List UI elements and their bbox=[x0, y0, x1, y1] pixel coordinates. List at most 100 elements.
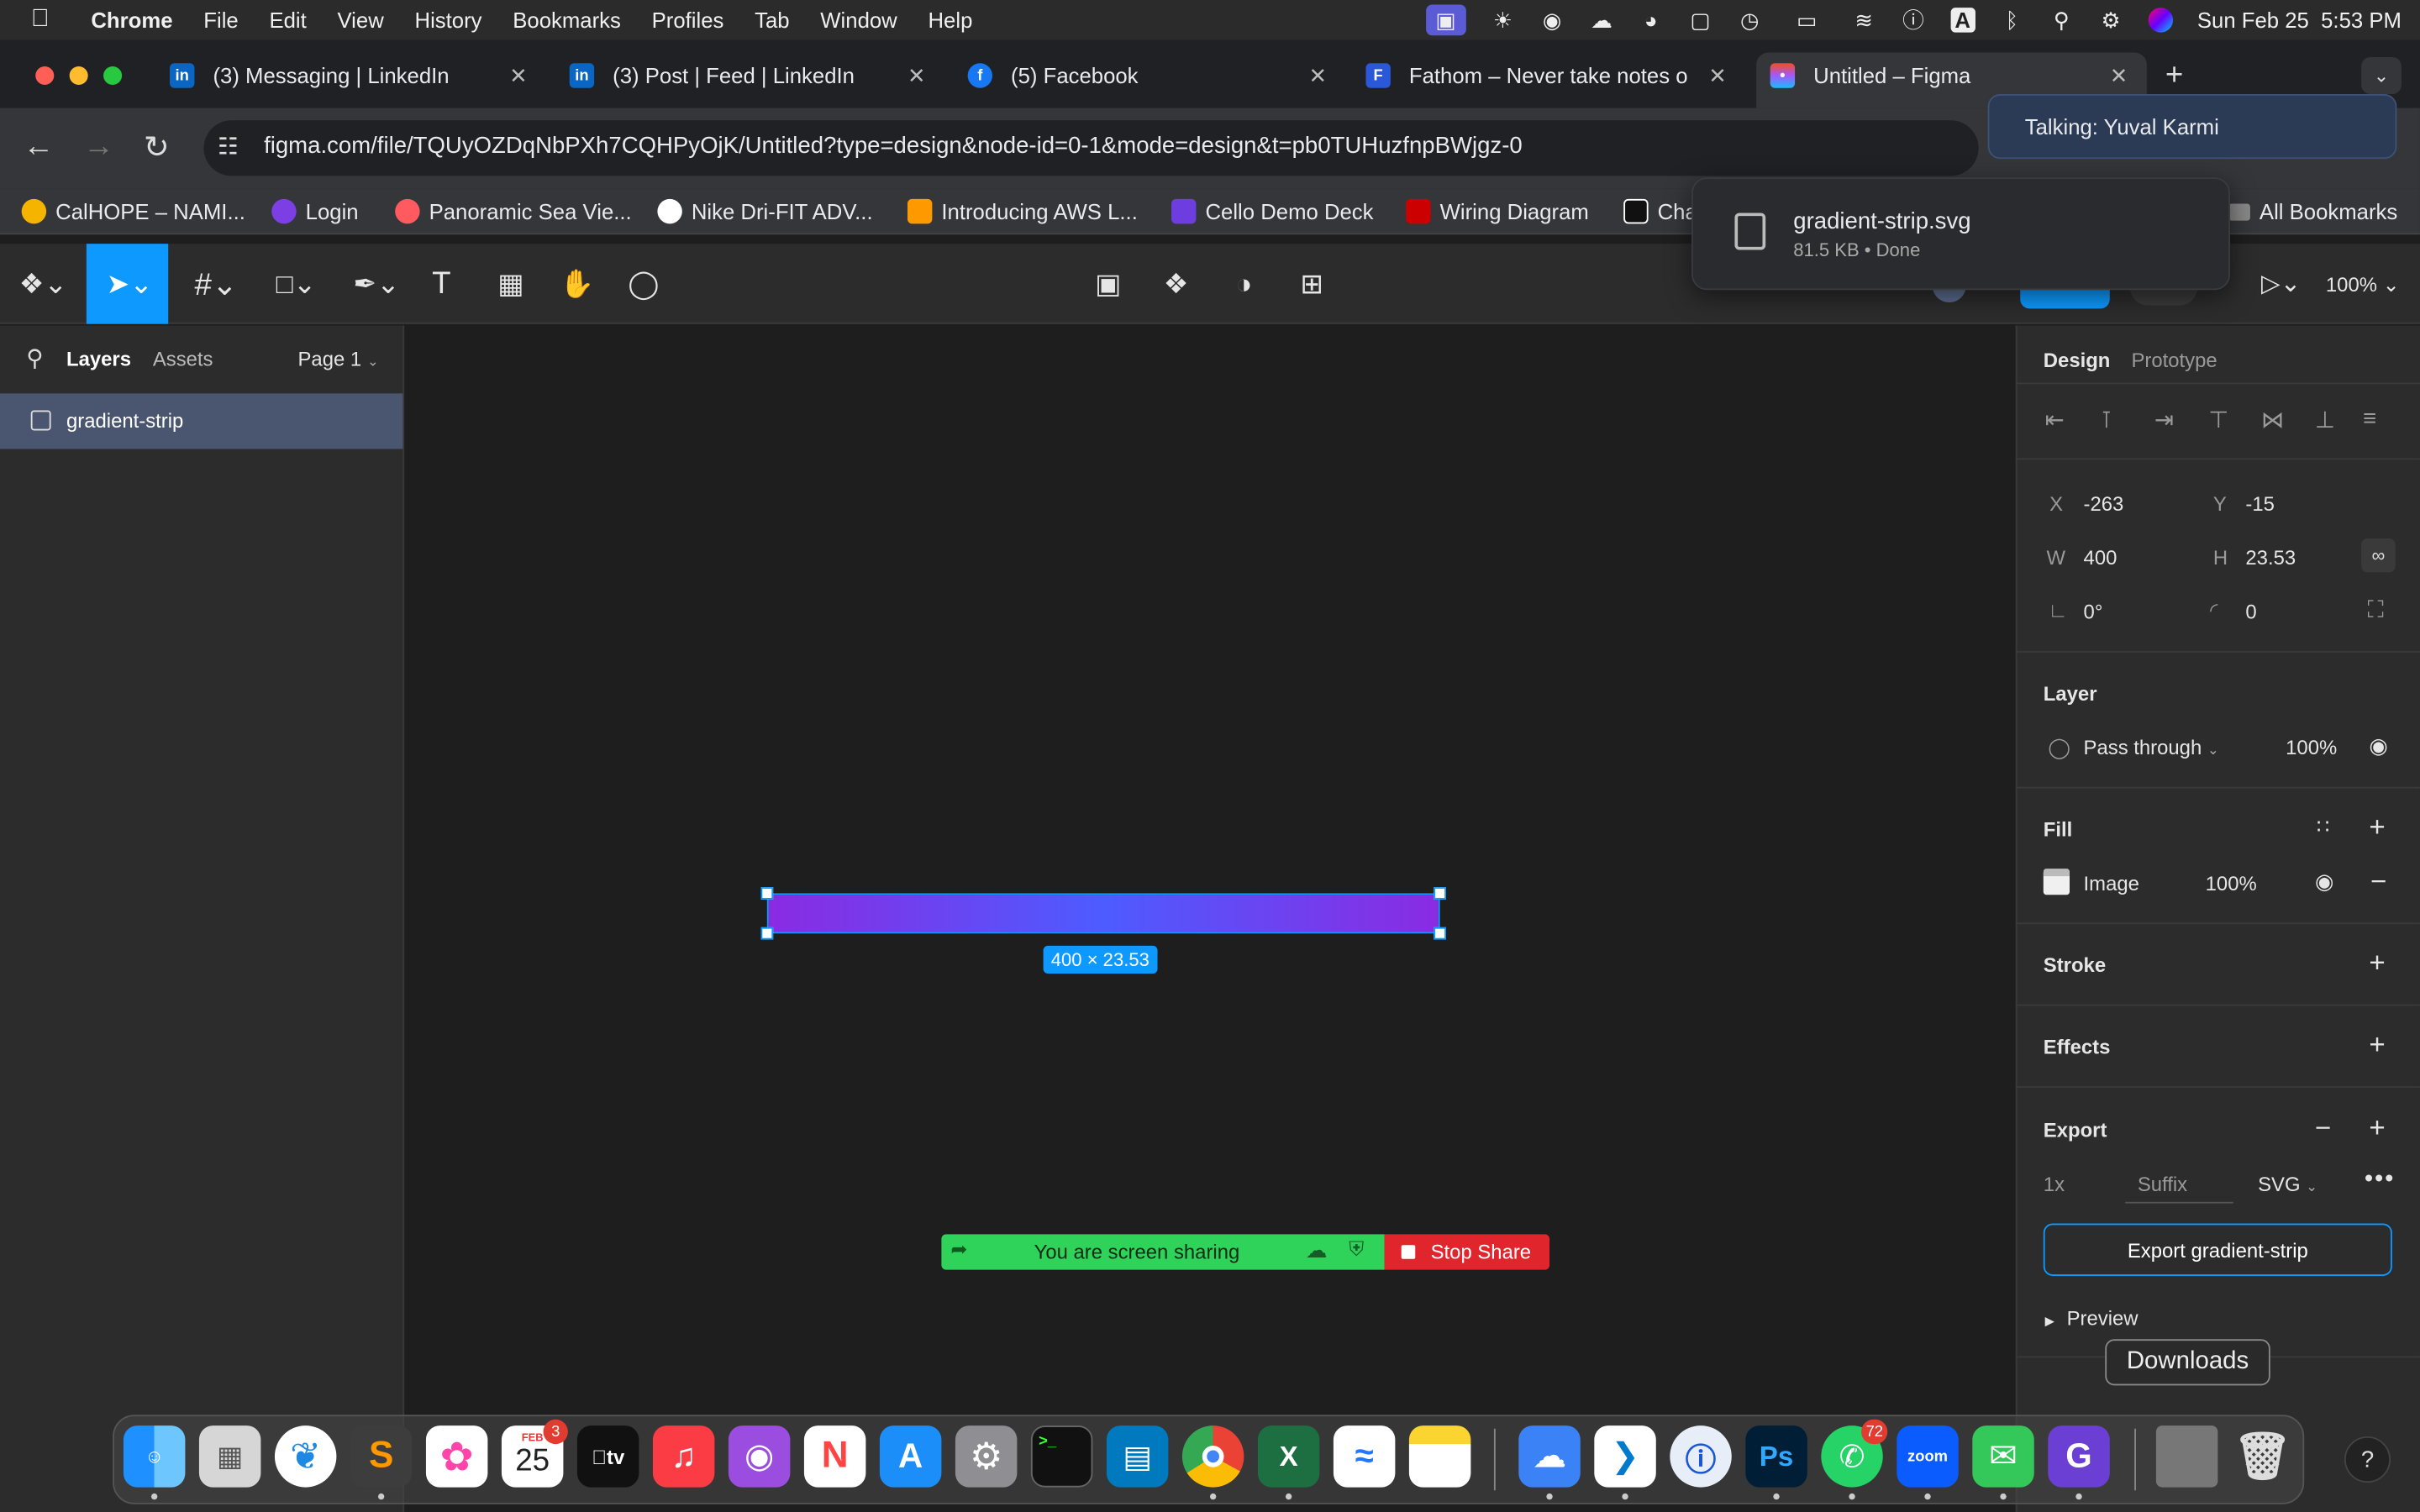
fill-eye-icon[interactable]: ◉ bbox=[2315, 869, 2333, 895]
menu-file[interactable]: File bbox=[203, 8, 238, 32]
text-tool-icon[interactable]: T bbox=[423, 265, 460, 302]
resize-handle-tr[interactable] bbox=[1434, 887, 1446, 900]
resources-tool-icon[interactable]: ▦ bbox=[492, 265, 529, 302]
export-more-icon[interactable]: ••• bbox=[2365, 1167, 2395, 1194]
focus-icon[interactable]: ◉ bbox=[1539, 7, 1564, 32]
bookmark-nike[interactable]: Nike Dri-FIT ADV... bbox=[657, 196, 873, 227]
resize-handle-br[interactable] bbox=[1434, 927, 1446, 940]
resize-handle-tl[interactable] bbox=[760, 887, 774, 900]
tab-close-icon[interactable]: ✕ bbox=[1708, 62, 1727, 88]
wifi-icon[interactable]: ≋ bbox=[1851, 7, 1876, 32]
component-icon[interactable]: ❖ bbox=[1158, 265, 1195, 302]
podcasts-icon[interactable]: ◉ bbox=[728, 1425, 791, 1488]
tab-linkedin-post[interactable]: in (3) Post | Feed | LinkedIn ✕ bbox=[569, 55, 940, 96]
align-right-icon[interactable]: ⇥ bbox=[2154, 406, 2174, 433]
stroke-section-title[interactable]: Stroke bbox=[2044, 953, 2106, 977]
independent-corners-icon[interactable]: ⛶ bbox=[2367, 597, 2383, 623]
tab-close-icon[interactable]: ✕ bbox=[2110, 62, 2128, 88]
window-zoom-button[interactable] bbox=[103, 66, 123, 86]
remove-fill-icon[interactable]: − bbox=[2370, 865, 2386, 898]
grammarly-icon[interactable]: G bbox=[2048, 1425, 2110, 1488]
export-scale-select[interactable]: 1x bbox=[2044, 1173, 2065, 1196]
menubar-clock[interactable]: Sun Feb 25 5:53 PM bbox=[2197, 8, 2402, 32]
screen-share-icon[interactable]: ▣ bbox=[1425, 4, 1466, 36]
tab-prototype[interactable]: Prototype bbox=[2131, 349, 2217, 372]
control-center-icon[interactable]: ⚙ bbox=[2098, 7, 2123, 32]
terminal-icon[interactable]: >_ bbox=[1030, 1425, 1093, 1488]
clock-icon[interactable]: ◷ bbox=[1738, 7, 1762, 32]
x-input[interactable]: -263 bbox=[2084, 492, 2124, 516]
stop-share-button[interactable]: Stop Share bbox=[1384, 1234, 1550, 1270]
launchpad-icon[interactable]: ▦ bbox=[198, 1425, 261, 1488]
tab-design[interactable]: Design bbox=[2044, 349, 2111, 372]
site-info-icon[interactable]: ☷ bbox=[218, 133, 239, 160]
image-fill-swatch[interactable] bbox=[2043, 869, 2070, 895]
square-app-icon[interactable]: ▢ bbox=[1688, 7, 1712, 32]
h-input[interactable]: 23.53 bbox=[2245, 546, 2296, 570]
notes-icon[interactable] bbox=[1408, 1425, 1471, 1488]
excel-icon[interactable]: X bbox=[1257, 1425, 1320, 1488]
freeform-icon[interactable]: ≈ bbox=[1333, 1425, 1396, 1488]
hand-tool-icon[interactable]: ✋ bbox=[559, 265, 596, 302]
export-format-select[interactable]: SVG ⌄ bbox=[2258, 1173, 2317, 1196]
search-icon[interactable]: ⚲ bbox=[26, 344, 43, 371]
align-center-v-icon[interactable]: ⋈ bbox=[2261, 406, 2285, 433]
1password-icon[interactable]: ⓘ bbox=[1670, 1425, 1732, 1488]
bookmark-wiring[interactable]: Wiring Diagram bbox=[1406, 196, 1589, 227]
apple-icon[interactable]:  bbox=[31, 6, 65, 34]
page-selector[interactable]: Page 1 ⌄ bbox=[297, 347, 378, 370]
tab-layers[interactable]: Layers bbox=[66, 347, 131, 370]
w-input[interactable]: 400 bbox=[2084, 546, 2118, 570]
remove-export-icon[interactable]: − bbox=[2315, 1112, 2331, 1145]
bluetooth-icon[interactable]: ᛒ bbox=[2000, 8, 2024, 32]
layer-row-selected[interactable]: gradient-strip bbox=[0, 393, 403, 449]
move-tool-icon[interactable]: ➤⌄ bbox=[99, 265, 160, 302]
messages-icon[interactable]: ✉ bbox=[1972, 1425, 2034, 1488]
brightness-icon[interactable]: ☀ bbox=[1491, 7, 1515, 32]
bookmark-login[interactable]: Login bbox=[271, 196, 359, 227]
menu-edit[interactable]: Edit bbox=[269, 8, 306, 32]
tab-fathom[interactable]: F Fathom – Never take notes on ✕ bbox=[1365, 55, 1736, 96]
weather-icon[interactable]: ☁ bbox=[1589, 7, 1613, 32]
fill-type[interactable]: Image bbox=[2084, 872, 2139, 895]
finder-icon[interactable]: ☺ bbox=[123, 1425, 186, 1488]
tab-close-icon[interactable]: ✕ bbox=[1309, 62, 1328, 88]
add-effect-icon[interactable]: + bbox=[2369, 1029, 2385, 1062]
help-button[interactable]: ? bbox=[2344, 1436, 2391, 1483]
menu-window[interactable]: Window bbox=[820, 8, 897, 32]
info-icon[interactable]: ⓘ bbox=[1901, 8, 1925, 32]
figma-main-menu-icon[interactable]: ❖⌄ bbox=[15, 265, 71, 302]
window-close-button[interactable] bbox=[35, 66, 55, 86]
zoom-level[interactable]: 100% ⌄ bbox=[2326, 273, 2400, 297]
crop-icon[interactable]: ⊞ bbox=[1293, 265, 1330, 302]
bookmark-cha[interactable]: Cha bbox=[1623, 196, 1697, 227]
gauge-icon[interactable]: ◕ bbox=[1639, 8, 1663, 32]
vscode-icon[interactable]: ❯ bbox=[1594, 1425, 1656, 1488]
downloads-stack-icon[interactable] bbox=[2155, 1425, 2218, 1488]
tab-assets[interactable]: Assets bbox=[153, 347, 213, 370]
tab-facebook[interactable]: f (5) Facebook ✕ bbox=[967, 55, 1339, 96]
system-settings-icon[interactable]: ⚙ bbox=[955, 1425, 1018, 1488]
trash-icon[interactable]: 🗑 bbox=[2232, 1425, 2293, 1487]
menu-history[interactable]: History bbox=[414, 8, 481, 32]
pen-tool-icon[interactable]: ✒⌄ bbox=[345, 265, 407, 302]
news-icon[interactable]: N bbox=[803, 1425, 866, 1488]
menu-bookmarks[interactable]: Bookmarks bbox=[513, 8, 621, 32]
bookmark-panoramic[interactable]: Panoramic Sea Vie... bbox=[395, 196, 632, 227]
siri-icon[interactable] bbox=[2148, 8, 2173, 33]
blend-mode-select[interactable]: Pass through ⌄ bbox=[2084, 736, 2219, 759]
tab-figma-untitled[interactable]: • Untitled – Figma ✕ bbox=[1770, 55, 2141, 96]
align-top-icon[interactable]: ⊤ bbox=[2208, 406, 2228, 433]
menu-profiles[interactable]: Profiles bbox=[652, 8, 724, 32]
create-component-icon[interactable]: ▣ bbox=[1090, 265, 1127, 302]
comment-tool-icon[interactable]: ◯ bbox=[625, 265, 662, 302]
distribute-icon[interactable]: ≡ bbox=[2363, 406, 2376, 432]
menu-view[interactable]: View bbox=[337, 8, 383, 32]
y-input[interactable]: -15 bbox=[2245, 492, 2275, 516]
photos-icon[interactable]: ✿ bbox=[425, 1425, 488, 1488]
menu-app-name[interactable]: Chrome bbox=[91, 8, 172, 32]
menu-tab[interactable]: Tab bbox=[755, 8, 789, 32]
radius-input[interactable]: 0 bbox=[2245, 600, 2256, 623]
present-play-icon[interactable]: ▷⌄ bbox=[2254, 265, 2309, 302]
tab-linkedin-messaging[interactable]: in (3) Messaging | LinkedIn ✕ bbox=[170, 55, 540, 96]
